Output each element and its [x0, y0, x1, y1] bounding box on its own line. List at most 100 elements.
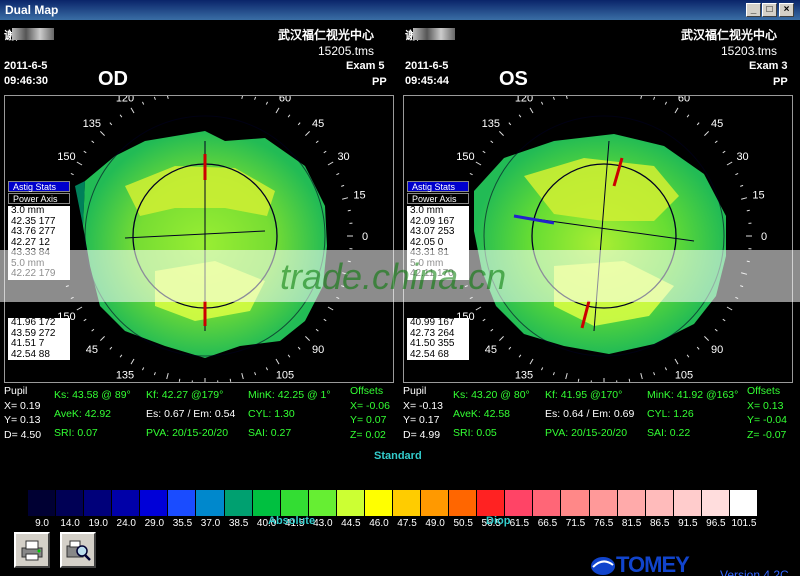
- protractor-tick: [323, 318, 327, 322]
- zoom-icon: [66, 540, 91, 561]
- scale-value-label: 35.5: [172, 518, 193, 529]
- protractor-tick: [741, 272, 748, 275]
- protractor-tick: [287, 354, 291, 358]
- pupil-x: X= -0.13: [403, 400, 443, 412]
- avek-value: AveK: 42.92: [54, 408, 112, 420]
- protractor-tick: [141, 101, 145, 105]
- protractor-tick: [119, 354, 123, 358]
- protractor-tick: [83, 150, 87, 154]
- angle-label: 90: [711, 344, 723, 356]
- protractor-tick: [83, 318, 87, 322]
- protractor-tick: [130, 107, 135, 114]
- scale-swatch: [140, 490, 169, 516]
- pva-value: PVA: 20/15-20/20: [545, 427, 628, 439]
- offset-z: Z= -0.07: [747, 429, 787, 441]
- scale-swatch: [364, 490, 393, 516]
- scale-swatch: [617, 490, 646, 516]
- print-button[interactable]: [14, 532, 50, 568]
- angle-label: 135: [83, 118, 101, 130]
- minimize-button[interactable]: _: [746, 3, 761, 17]
- protractor-tick: [130, 358, 135, 365]
- mink-value: MinK: 41.92 @163°: [647, 389, 739, 401]
- protractor-tick: [65, 285, 69, 288]
- protractor-tick: [336, 172, 340, 176]
- es-em-value: Es: 0.64 / Em: 0.69: [545, 408, 635, 420]
- scale-type-left[interactable]: Absolute: [268, 515, 315, 527]
- topography-map[interactable]: 9010575120601354515030150150451356012075…: [403, 95, 793, 383]
- offsets-label: Offsets: [350, 385, 384, 397]
- protractor-tick: [166, 96, 169, 99]
- astig-stats-label[interactable]: Astig Stats: [8, 181, 70, 192]
- scale-swatch: [645, 490, 674, 516]
- protractor-tick: [341, 184, 345, 187]
- protractor-tick: [498, 130, 504, 136]
- es-em-value: Es: 0.67 / Em: 0.54: [146, 408, 236, 420]
- scale-swatch: [561, 490, 590, 516]
- protractor-tick: [275, 107, 280, 114]
- offset-x: X= -0.06: [350, 400, 390, 412]
- sai-value: SAI: 0.22: [647, 427, 691, 439]
- protractor-tick: [315, 140, 319, 144]
- scale-value-label: 81.5: [621, 518, 642, 529]
- name-redaction: [12, 28, 54, 40]
- angle-label: 45: [312, 118, 324, 130]
- scale-value-label: 43.0: [313, 518, 333, 529]
- angle-label: 120: [116, 96, 134, 104]
- legend-7mm: 40.99 167 42.73 264 41.50 355 42.54 68: [407, 317, 469, 360]
- file-name: 15205.tms: [318, 44, 375, 58]
- tomey-logo-icon: [591, 557, 615, 576]
- offset-y: Y= 0.07: [350, 414, 387, 426]
- close-button[interactable]: ×: [779, 3, 794, 17]
- angle-label: 30: [736, 151, 748, 163]
- legend-row: 42.54 68: [410, 348, 449, 360]
- scale-type-right[interactable]: Diop: [486, 515, 510, 527]
- protractor-tick: [490, 328, 494, 332]
- scale-value-label: 46.0: [369, 518, 389, 529]
- angle-label: 150: [456, 151, 474, 163]
- protractor-tick: [722, 318, 726, 322]
- protractor-tick: [565, 373, 568, 380]
- clinic-name: 武汉福仁视光中心: [681, 28, 778, 42]
- maximize-button[interactable]: □: [762, 3, 777, 17]
- angle-label: 45: [86, 344, 98, 356]
- offset-z: Z= 0.02: [350, 429, 386, 441]
- scale-swatch: [224, 490, 253, 516]
- offsets-label: Offsets: [747, 385, 781, 397]
- protractor-tick: [696, 346, 700, 350]
- protractor-tick: [686, 354, 690, 358]
- angle-label: 60: [279, 96, 291, 104]
- offset-y: Y= -0.04: [747, 414, 787, 426]
- zoom-button[interactable]: [60, 532, 96, 568]
- protractor-tick: [540, 101, 544, 105]
- protractor-tick: [254, 372, 257, 376]
- legend-row: 42.22 179: [11, 268, 56, 279]
- protractor-tick: [275, 358, 280, 365]
- astig-stats-label[interactable]: Astig Stats: [407, 181, 469, 192]
- protractor-tick: [726, 161, 733, 166]
- scale-title[interactable]: Standard: [374, 450, 422, 462]
- exam-number: Exam 5: [346, 60, 385, 72]
- pupil-x: X= 0.19: [4, 400, 41, 412]
- window-title: Dual Map: [5, 3, 59, 17]
- file-name: 15203.tms: [721, 44, 778, 58]
- scale-swatch: [56, 490, 85, 516]
- pupil-d: D= 4.99: [403, 429, 441, 441]
- power-axis-label[interactable]: Power Axis: [8, 193, 70, 204]
- pp-label: PP: [372, 76, 387, 88]
- legend-row: 41.51 7: [11, 338, 45, 349]
- protractor-tick: [714, 328, 718, 332]
- power-axis-label[interactable]: Power Axis: [407, 193, 469, 204]
- protractor-tick: [305, 130, 311, 136]
- protractor-tick: [577, 378, 580, 382]
- legend-row: 43.07 253: [410, 226, 455, 237]
- scale-value-label: 14.0: [60, 518, 80, 529]
- scale-swatch: [112, 490, 141, 516]
- window-titlebar[interactable]: Dual Map _ □ ×: [0, 0, 800, 20]
- protractor-tick: [714, 140, 718, 144]
- cyl-value: CYL: 1.30: [248, 408, 295, 420]
- scale-value-label: 49.0: [425, 518, 445, 529]
- kf-value: Kf: 42.27 @179°: [146, 389, 224, 401]
- topography-map[interactable]: 9010575120601354515030150150451356012075…: [4, 95, 394, 383]
- protractor-tick: [70, 172, 74, 176]
- protractor-tick: [735, 172, 739, 176]
